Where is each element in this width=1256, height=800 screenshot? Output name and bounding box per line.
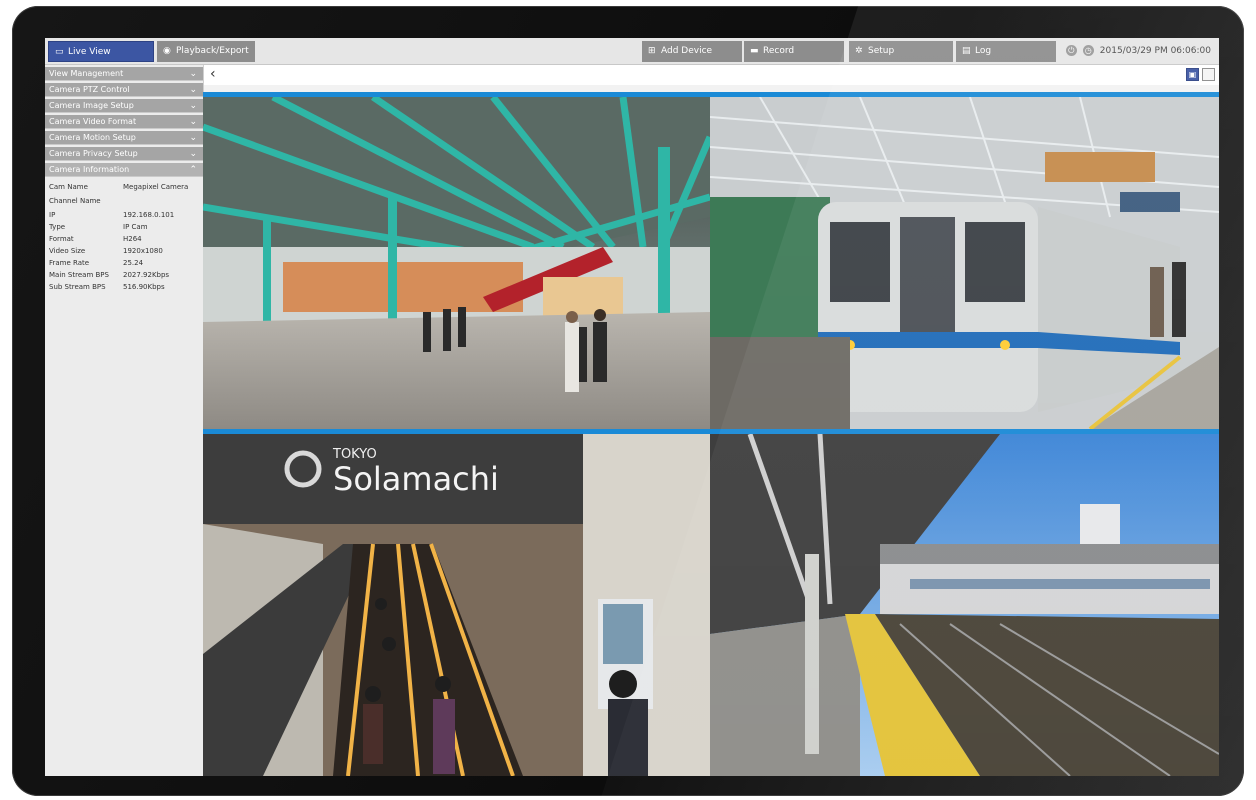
clock-icon: ◷	[1082, 45, 1094, 56]
info-row-frame-rate: Frame Rate 25.24	[49, 257, 199, 269]
info-value: 192.168.0.101	[123, 211, 175, 219]
top-navigation-bar: ▭ Live View ◉ Playback/Export ⊞ Add Device …	[45, 38, 1219, 65]
info-value: 1920x1080	[123, 247, 163, 255]
tile-label: CH4	[713, 429, 724, 434]
info-row-main-stream-bps: Main Stream BPS 2027.92Kbps	[49, 269, 199, 281]
info-row-video-size: Video Size 1920x1080	[49, 245, 199, 257]
power-icon[interactable]: ⏻	[1065, 45, 1077, 56]
sign-text-main: Solamachi	[333, 460, 499, 498]
info-value: IP Cam	[123, 223, 148, 231]
sidebar: View Management ⌄ Camera PTZ Control ⌄ Cam…	[45, 65, 204, 776]
info-value: H264	[123, 235, 142, 243]
info-key: Main Stream BPS	[49, 271, 109, 279]
view-toolbar: ‹ ▣	[203, 65, 1219, 85]
chevron-down-icon: ⌄	[189, 133, 197, 143]
section-camera-image-setup[interactable]: Camera Image Setup ⌄	[45, 99, 203, 113]
tab-live-view[interactable]: ▭ Live View	[48, 41, 154, 62]
info-key: Cam Name	[49, 183, 88, 191]
tab-add-device-label: Add Device	[661, 46, 713, 56]
tab-add-device[interactable]: ⊞ Add Device	[642, 41, 742, 62]
datetime-display: 2015/03/29 PM 06:06:00	[1099, 46, 1211, 56]
section-camera-ptz-control[interactable]: Camera PTZ Control ⌄	[45, 83, 203, 97]
chevron-down-icon: ⌄	[189, 101, 197, 111]
tab-playback-export[interactable]: ◉ Playback/Export	[157, 41, 255, 62]
info-value: 25.24	[123, 259, 144, 267]
section-view-management[interactable]: View Management ⌄	[45, 67, 203, 81]
camera-feed-platform	[710, 434, 1219, 776]
info-row-sub-stream-bps: Sub Stream BPS 516.90Kbps	[49, 281, 199, 293]
section-label: View Management	[49, 69, 124, 78]
tile-label: CH1	[206, 92, 217, 97]
section-label: Camera Image Setup	[49, 101, 134, 110]
fullscreen-icon[interactable]	[1202, 68, 1215, 81]
camera-tile-4[interactable]: CH4	[710, 429, 1219, 776]
section-label: Camera PTZ Control	[49, 85, 130, 94]
record-icon: ▬	[750, 46, 759, 56]
info-key: Frame Rate	[49, 259, 90, 267]
camera-tile-3[interactable]: CH3 TOKYO Solamachi	[203, 429, 710, 776]
info-value: 2027.92Kbps	[123, 271, 170, 279]
tile-label: CH2	[713, 92, 724, 97]
section-camera-privacy-setup[interactable]: Camera Privacy Setup ⌄	[45, 147, 203, 161]
playback-icon: ◉	[163, 46, 171, 56]
tab-playback-label: Playback/Export	[176, 46, 249, 56]
section-camera-video-format[interactable]: Camera Video Format ⌄	[45, 115, 203, 129]
chevron-down-icon: ⌄	[189, 149, 197, 159]
info-key: IP	[49, 211, 56, 219]
section-label: Camera Information	[49, 165, 130, 174]
gear-icon: ✲	[855, 46, 863, 56]
info-key: Type	[49, 223, 66, 231]
tab-log-label: Log	[975, 46, 992, 56]
section-camera-information[interactable]: Camera Information ⌃	[45, 163, 203, 177]
camera-tile-2[interactable]: CH2	[710, 92, 1219, 429]
info-key: Sub Stream BPS	[49, 283, 106, 291]
monitor-bezel: ▭ Live View ◉ Playback/Export ⊞ Add Device …	[12, 6, 1244, 796]
tile-label: CH3	[206, 429, 217, 434]
info-key: Channel Name	[49, 197, 101, 205]
section-label: Camera Video Format	[49, 117, 137, 126]
add-device-icon: ⊞	[648, 46, 656, 56]
camera-feed-escalators: TOKYO Solamachi	[203, 434, 710, 776]
monitor-icon: ▭	[55, 47, 64, 57]
tab-setup-label: Setup	[868, 46, 895, 56]
info-value: 516.90Kbps	[123, 283, 165, 291]
camera-feed-concourse	[203, 97, 710, 429]
info-key: Format	[49, 235, 74, 243]
tab-log[interactable]: ▤ Log	[956, 41, 1056, 62]
chevron-down-icon: ⌄	[189, 85, 197, 95]
info-row-channel-name: Channel Name	[49, 195, 199, 207]
info-row-cam-name: Cam Name Megapixel Camera	[49, 181, 199, 193]
section-label: Camera Privacy Setup	[49, 149, 138, 158]
app-window: ▭ Live View ◉ Playback/Export ⊞ Add Device …	[45, 38, 1219, 776]
info-row-type: Type IP Cam	[49, 221, 199, 233]
chevron-left-icon[interactable]: ‹	[210, 66, 216, 82]
tab-record-label: Record	[763, 46, 795, 56]
single-view-icon[interactable]: ▣	[1186, 68, 1199, 81]
chevron-down-icon: ⌄	[189, 69, 197, 79]
tab-live-view-label: Live View	[68, 47, 111, 57]
info-row-ip: IP 192.168.0.101	[49, 209, 199, 221]
chevron-up-icon: ⌃	[189, 165, 197, 175]
info-row-format: Format H264	[49, 233, 199, 245]
tab-setup[interactable]: ✲ Setup	[849, 41, 953, 62]
chevron-down-icon: ⌄	[189, 117, 197, 127]
tab-record[interactable]: ▬ Record	[744, 41, 844, 62]
camera-tile-1[interactable]: CH1	[203, 92, 710, 429]
status-area: ⏻ ◷ 2015/03/29 PM 06:06:00	[1065, 43, 1211, 60]
log-icon: ▤	[962, 46, 971, 56]
info-value: Megapixel Camera	[123, 183, 189, 191]
info-key: Video Size	[49, 247, 86, 255]
section-camera-motion-setup[interactable]: Camera Motion Setup ⌄	[45, 131, 203, 145]
section-label: Camera Motion Setup	[49, 133, 136, 142]
camera-feed-train	[710, 97, 1219, 429]
